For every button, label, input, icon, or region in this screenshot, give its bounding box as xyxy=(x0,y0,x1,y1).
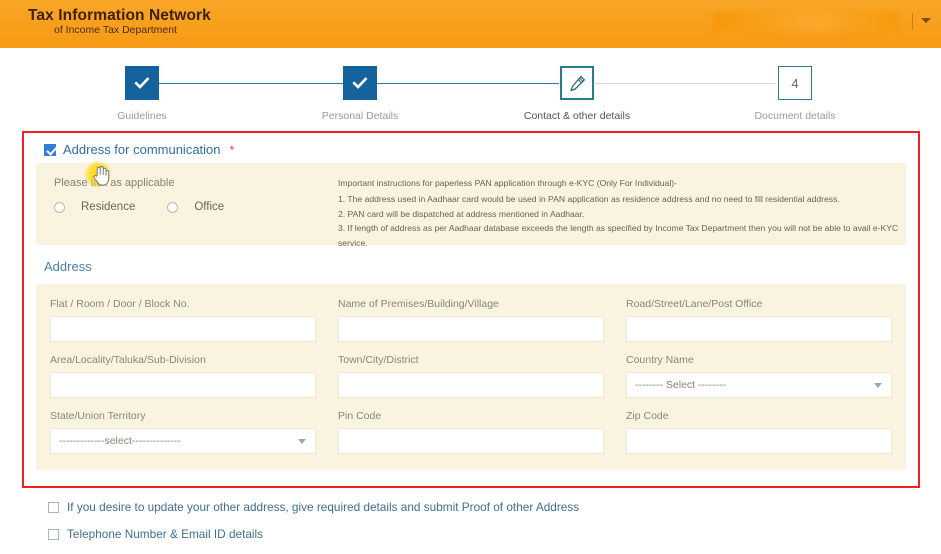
field-state-union-territory: State/Union Territory -------------selec… xyxy=(50,410,316,454)
field-road-street-lane-post-office: Road/Street/Lane/Post Office xyxy=(626,298,892,342)
chevron-down-icon xyxy=(874,383,882,388)
required-marker: * xyxy=(229,142,235,157)
field-zip-code: Zip Code xyxy=(626,410,892,454)
label-town-city-district: Town/City/District xyxy=(338,354,419,366)
address-communication-header: Address for communication * xyxy=(24,133,918,163)
collapsed-sections: If you desire to update your other addre… xyxy=(48,500,908,554)
pencil-icon xyxy=(569,75,585,91)
step-connector-3 xyxy=(594,83,776,84)
label-telephone-email: Telephone Number & Email ID details xyxy=(67,527,264,541)
chevron-down-icon xyxy=(298,439,306,444)
instruction-line-3: 3. If length of address as per Aadhaar d… xyxy=(338,223,899,249)
tick-applicable-block: Please tick as applicable Residence Offi… xyxy=(36,163,906,248)
field-country-name: Country Name -------- Select -------- xyxy=(626,354,892,398)
address-communication-title: Address for communication xyxy=(63,142,221,157)
sidebar-item-contact-other-details[interactable]: Contact & other details xyxy=(517,66,637,122)
radio-residence-label: Residence xyxy=(81,201,136,213)
brand-title: Tax Information Network xyxy=(28,7,211,24)
field-premises-building-village: Name of Premises/Building/Village xyxy=(338,298,604,342)
select-country-name[interactable]: -------- Select -------- xyxy=(626,372,892,398)
input-pin-code[interactable] xyxy=(338,428,604,454)
brand-subtitle: of Income Tax Department xyxy=(54,24,177,37)
field-pin-code: Pin Code xyxy=(338,410,604,454)
app-header: Tax Information Network of Income Tax De… xyxy=(0,0,941,48)
label-zip-code: Zip Code xyxy=(626,410,669,422)
sidebar-item-document-details[interactable]: 4 Document details xyxy=(735,66,855,122)
select-state-union-territory[interactable]: -------------select-------------- xyxy=(50,428,316,454)
select-state-union-territory-value: -------------select-------------- xyxy=(59,435,181,447)
step-connector-2 xyxy=(377,83,559,84)
instruction-line-2: 2. PAN card will be dispatched at addres… xyxy=(338,208,585,219)
input-zip-code[interactable] xyxy=(626,428,892,454)
select-country-name-value: -------- Select -------- xyxy=(635,379,726,391)
instruction-line-1: 1. The address used in Aadhaar card woul… xyxy=(338,193,840,204)
label-state-union-territory: State/Union Territory xyxy=(50,410,146,422)
check-icon xyxy=(352,77,368,89)
section-other-address[interactable]: If you desire to update your other addre… xyxy=(48,500,908,514)
field-flat-room-door-block-no: Flat / Room / Door / Block No. xyxy=(50,298,316,342)
address-communication-checkbox[interactable] xyxy=(44,143,56,156)
step-3-label: Contact & other details xyxy=(523,110,631,122)
address-form: Flat / Room / Door / Block No. Name of P… xyxy=(36,284,906,470)
input-town-city-district[interactable] xyxy=(338,372,604,398)
input-premises-building-village[interactable] xyxy=(338,316,604,342)
chevron-down-icon[interactable] xyxy=(921,18,931,23)
user-menu[interactable] xyxy=(713,12,899,31)
input-flat-room-door-block-no[interactable] xyxy=(50,316,316,342)
step-3-box[interactable] xyxy=(560,66,594,100)
checkbox-other-address[interactable] xyxy=(48,501,59,513)
input-area-locality-taluka[interactable] xyxy=(50,372,316,398)
sidebar-item-personal-details[interactable]: Personal Details xyxy=(300,66,420,122)
label-flat-room-door-block-no: Flat / Room / Door / Block No. xyxy=(50,298,190,310)
checkbox-telephone-email[interactable] xyxy=(48,528,59,540)
label-premises-building-village: Name of Premises/Building/Village xyxy=(338,298,499,310)
field-area-locality-taluka: Area/Locality/Taluka/Sub-Division xyxy=(50,354,316,398)
instructions-heading: Important instructions for paperless PAN… xyxy=(338,178,677,188)
radio-residence[interactable] xyxy=(54,201,65,213)
sidebar-item-guidelines[interactable]: Guidelines xyxy=(82,66,202,122)
ekyc-instructions: Important instructions for paperless PAN… xyxy=(338,176,904,251)
progress-stepper: Guidelines Personal Details Contact & ot… xyxy=(0,48,941,128)
step-2-box[interactable] xyxy=(343,66,377,100)
step-4-label: Document details xyxy=(754,110,836,122)
step-4-box[interactable]: 4 xyxy=(778,66,812,100)
user-name-label xyxy=(713,12,899,31)
section-telephone-email[interactable]: Telephone Number & Email ID details xyxy=(48,527,908,541)
radio-office-label: Office xyxy=(194,201,225,213)
field-town-city-district: Town/City/District xyxy=(338,354,604,398)
header-divider xyxy=(912,13,913,30)
brand-logo: Tax Information Network of Income Tax De… xyxy=(28,7,211,37)
label-pin-code: Pin Code xyxy=(338,410,382,422)
label-area-locality-taluka: Area/Locality/Taluka/Sub-Division xyxy=(50,354,206,366)
label-country-name: Country Name xyxy=(626,354,694,366)
step-1-box[interactable] xyxy=(125,66,159,100)
radio-office[interactable] xyxy=(167,201,179,213)
step-connector-1 xyxy=(159,83,359,84)
step-4-number: 4 xyxy=(791,75,799,91)
step-1-label: Guidelines xyxy=(117,110,167,122)
input-road-street-lane-post-office[interactable] xyxy=(626,316,892,342)
label-other-address: If you desire to update your other addre… xyxy=(67,500,580,514)
check-icon xyxy=(134,77,150,89)
label-road-street-lane-post-office: Road/Street/Lane/Post Office xyxy=(626,298,763,310)
address-for-communication-panel: Address for communication * Please tick … xyxy=(22,131,920,488)
step-2-label: Personal Details xyxy=(321,110,399,122)
